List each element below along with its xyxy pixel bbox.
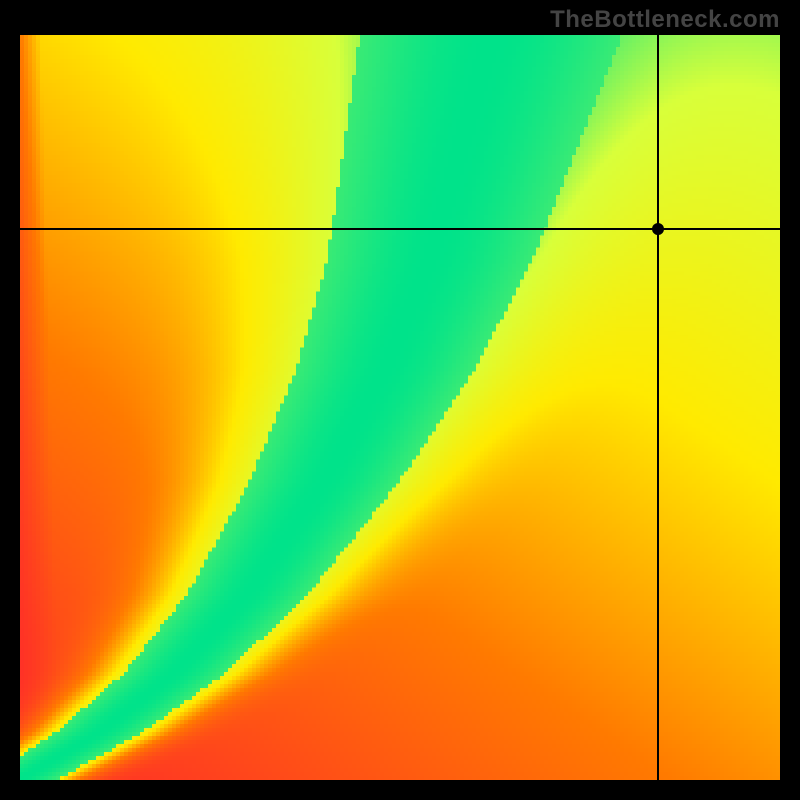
chart-frame: TheBottleneck.com: [0, 0, 800, 800]
plot-area: [20, 35, 780, 780]
heatmap-canvas: [20, 35, 780, 780]
watermark-text: TheBottleneck.com: [550, 6, 780, 34]
